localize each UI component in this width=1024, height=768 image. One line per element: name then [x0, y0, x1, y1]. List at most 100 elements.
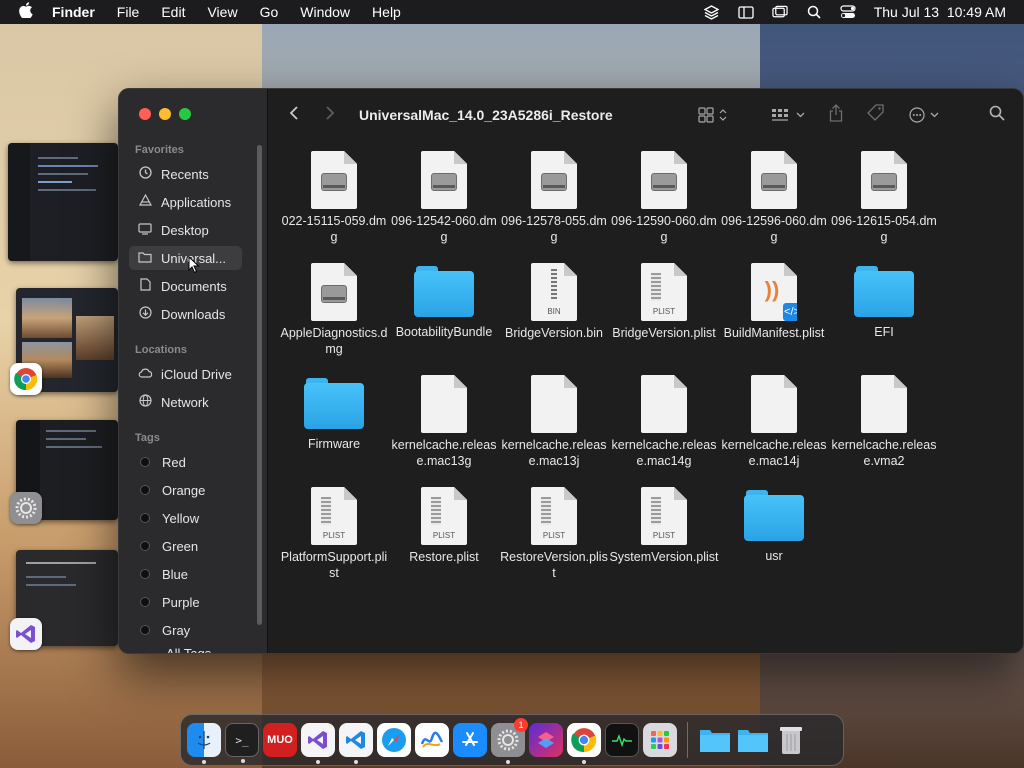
file-name: PlatformSupport.plist [280, 550, 388, 580]
sidebar-tag-orange[interactable]: Orange [129, 478, 242, 502]
menu-file[interactable]: File [117, 4, 140, 20]
close-button[interactable] [139, 108, 151, 120]
dock-system-settings-icon[interactable]: 1 [491, 718, 528, 764]
stage-window-vscode[interactable] [8, 143, 118, 261]
file-item[interactable]: 096-12596-060.dmg [719, 151, 829, 245]
file-item[interactable]: PLIST SystemVersion.plist [609, 487, 719, 565]
sidebar-item-icloud-drive[interactable]: iCloud Drive [129, 362, 242, 386]
menu-window[interactable]: Window [300, 4, 350, 20]
sidebar-tag-yellow[interactable]: Yellow [129, 506, 242, 530]
sidebar-scrollbar[interactable] [257, 145, 262, 625]
dock-activity-monitor-icon[interactable] [605, 723, 639, 757]
file-name: kernelcache.release.vma2 [831, 438, 937, 468]
file-name: 096-12578-055.dmg [501, 214, 607, 244]
menu-datetime[interactable]: Thu Jul 13 10:49 AM [874, 4, 1006, 20]
file-item[interactable]: kernelcache.release.mac13g [389, 375, 499, 469]
layers-icon[interactable] [704, 4, 720, 20]
file-item[interactable]: EFI [829, 263, 939, 340]
file-item[interactable]: 096-12590-060.dmg [609, 151, 719, 245]
dock-trash-icon[interactable] [774, 723, 808, 757]
running-indicator [506, 760, 510, 764]
sidebar-item-downloads[interactable]: Downloads [129, 302, 242, 326]
file-item[interactable]: 096-12615-054.dmg [829, 151, 939, 245]
screen-mirroring-icon[interactable] [772, 5, 788, 19]
sidebar-tag-green[interactable]: Green [129, 534, 242, 558]
dock-downloads-folder-icon[interactable] [736, 723, 770, 757]
tag-button[interactable] [867, 104, 885, 126]
muo-label: MUO [267, 734, 293, 746]
file-item[interactable]: BIN BridgeVersion.bin [499, 263, 609, 341]
dock-shortcuts-icon[interactable] [529, 723, 563, 757]
group-by-button[interactable] [771, 108, 805, 122]
sidebar-item-desktop[interactable]: Desktop [129, 218, 242, 242]
menu-help[interactable]: Help [372, 4, 401, 20]
file-item[interactable]: PLIST RestoreVersion.plist [499, 487, 609, 581]
dock-safari-icon[interactable] [377, 723, 411, 757]
finder-sidebar: Favorites Recents Applications Desktop U… [119, 89, 268, 653]
file-item[interactable]: 022-15115-059.dmg [279, 151, 389, 245]
file-item[interactable]: PLIST Restore.plist [389, 487, 499, 565]
dock-app-store-icon[interactable] [453, 723, 487, 757]
menu-app-name[interactable]: Finder [52, 4, 95, 20]
sidebar-item-label: Gray [162, 622, 191, 638]
search-icon[interactable] [806, 5, 822, 19]
dock-freeform-icon[interactable] [415, 723, 449, 757]
dock-vscode-icon[interactable] [339, 723, 373, 764]
file-item[interactable]: AppleDiagnostics.dmg [279, 263, 389, 357]
dock-visual-studio-icon[interactable] [301, 723, 335, 764]
desktop-icon [137, 222, 153, 238]
file-item[interactable]: )) </> BuildManifest.plist [719, 263, 829, 341]
sidebar-item-network[interactable]: Network [129, 390, 242, 414]
forward-button[interactable] [325, 105, 335, 126]
sidebar-item-label: iCloud Drive [161, 366, 232, 382]
sidebar-tag-gray[interactable]: Gray [129, 618, 242, 642]
back-button[interactable] [289, 105, 299, 126]
file-item[interactable]: BootabilityBundle [389, 263, 499, 340]
dock-folder-icon[interactable] [698, 723, 732, 757]
dock-terminal-icon[interactable]: >_ [225, 723, 259, 763]
sidebar-item-recents[interactable]: Recents [129, 162, 242, 186]
dock-finder-icon[interactable] [187, 723, 221, 764]
sidebar-tag-purple[interactable]: Purple [129, 590, 242, 614]
plist-file-icon: PLIST [531, 487, 577, 545]
sidebar-item-label: Downloads [161, 306, 226, 322]
menu-go[interactable]: Go [260, 4, 279, 20]
file-item[interactable]: PLIST PlatformSupport.plist [279, 487, 389, 581]
finder-window: Favorites Recents Applications Desktop U… [118, 88, 1024, 654]
chrome-badge-icon[interactable] [10, 363, 42, 395]
file-item[interactable]: Firmware [279, 375, 389, 452]
sidebar-tag-red[interactable]: Red [129, 450, 242, 474]
file-item[interactable]: usr [719, 487, 829, 564]
view-mode-icon-button[interactable] [698, 107, 727, 123]
plist-file-icon: PLIST [641, 263, 687, 321]
file-item[interactable]: kernelcache.release.mac14j [719, 375, 829, 469]
file-item[interactable]: kernelcache.release.mac14g [609, 375, 719, 469]
dock-launchpad-icon[interactable] [643, 723, 677, 757]
menu-view[interactable]: View [207, 4, 237, 20]
minimize-button[interactable] [159, 108, 171, 120]
visual-studio-badge-icon[interactable] [10, 618, 42, 650]
dock-chrome-icon[interactable] [567, 723, 601, 764]
dock-muo-icon[interactable]: MUO [263, 723, 297, 757]
file-name: BootabilityBundle [395, 325, 493, 339]
share-button[interactable] [829, 104, 843, 126]
control-center-icon[interactable] [840, 5, 856, 19]
system-settings-badge-icon[interactable] [10, 492, 42, 524]
apple-menu-icon[interactable] [0, 1, 52, 23]
sidebar-tag-all[interactable]: All Tags... [129, 646, 242, 653]
menu-edit[interactable]: Edit [161, 4, 185, 20]
sidebar-toggle-icon[interactable] [738, 5, 754, 19]
file-item[interactable]: 096-12578-055.dmg [499, 151, 609, 245]
file-item[interactable]: PLIST BridgeVersion.plist [609, 263, 719, 341]
finder-search-icon[interactable] [989, 105, 1005, 125]
file-item[interactable]: 096-12542-060.dmg [389, 151, 499, 245]
more-actions-button[interactable] [909, 107, 939, 123]
zoom-button[interactable] [179, 108, 191, 120]
file-item[interactable]: kernelcache.release.mac13j [499, 375, 609, 469]
sidebar-item-applications[interactable]: Applications [129, 190, 242, 214]
sidebar-item-universal[interactable]: Universal... [129, 246, 242, 270]
sidebar-item-documents[interactable]: Documents [129, 274, 242, 298]
dock: >_ MUO 1 [180, 714, 844, 766]
sidebar-tag-blue[interactable]: Blue [129, 562, 242, 586]
file-item[interactable]: kernelcache.release.vma2 [829, 375, 939, 469]
